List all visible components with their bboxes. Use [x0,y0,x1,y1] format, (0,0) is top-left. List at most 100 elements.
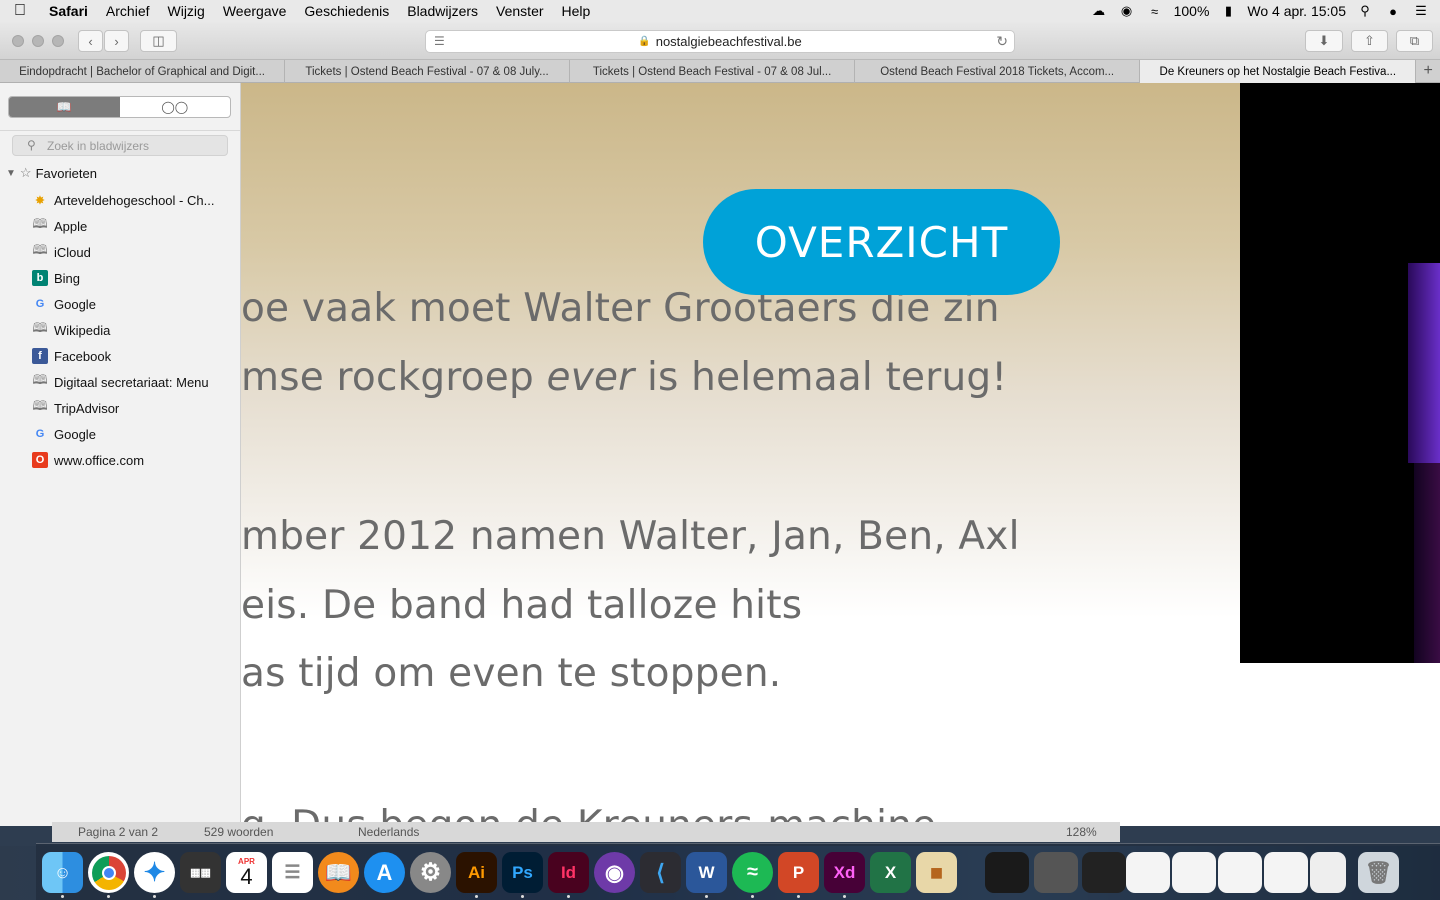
bookmarks-tab[interactable]: 📖 [9,97,120,117]
bookmark-digitaal-secretariaat[interactable]: 🕮 Digitaal secretariaat: Menu [32,369,237,395]
window-thumbnail-icon[interactable] [1082,852,1126,893]
word-status-bar: Pagina 2 van 2 529 woorden Nederlands 12… [52,822,1120,842]
bookmark-bing[interactable]: b Bing [32,265,237,291]
article-line-5: as tijd om even te stoppen. [241,651,782,696]
powerpoint-icon[interactable]: P [778,852,819,893]
forward-button[interactable]: › [104,30,129,52]
spotlight-search-icon[interactable]: ⚲ [1356,3,1374,19]
bookmark-search-input[interactable]: ⚲ Zoek in bladwijzers [12,135,228,156]
siri-icon[interactable]: ● [1384,3,1402,19]
battery-icon[interactable]: ▮ [1219,3,1237,19]
tab-ostend-tickets[interactable]: Ostend Beach Festival 2018 Tickets, Acco… [855,60,1141,83]
video-panel[interactable] [1240,83,1440,663]
bookmark-artevelde[interactable]: ✸ Arteveldehogeschool - Ch... [32,187,237,213]
back-button[interactable]: ‹ [78,30,103,52]
menu-wijzig[interactable]: Wijzig [159,3,214,19]
minimize-window-button[interactable] [32,35,44,47]
downloads-button[interactable]: ⬇ [1305,30,1343,52]
menu-weergave[interactable]: Weergave [214,3,296,19]
bookmark-icloud[interactable]: 🕮 iCloud [32,239,237,265]
system-preferences-icon[interactable]: ⚙ [410,852,451,893]
wifi-icon[interactable]: ≈ [1146,3,1164,19]
menu-help[interactable]: Help [553,3,600,19]
app-store-icon[interactable]: A [364,852,405,893]
illustrator-icon[interactable]: Ai [456,852,497,893]
favorites-list: ✸ Arteveldehogeschool - Ch... 🕮 Apple 🕮 … [32,187,237,473]
article-line-3: mber 2012 namen Walter, Jan, Ben, Axl [241,514,1020,559]
zoom-window-button[interactable] [52,35,64,47]
close-window-button[interactable] [12,35,24,47]
reading-list-tab[interactable]: ◯◯ [120,97,231,117]
ibooks-icon[interactable]: 📖 [318,852,359,893]
colorsync-icon[interactable]: ■ [916,852,957,893]
tab-tickets-1[interactable]: Tickets | Ostend Beach Festival - 07 & 0… [285,60,571,83]
word-language[interactable]: Nederlands [358,825,419,839]
bookmark-google-2[interactable]: G Google [32,421,237,447]
reminders-icon[interactable]: ☰ [272,852,313,893]
article-text: is helemaal terug! [634,355,1008,400]
share-button[interactable]: ⇧ [1351,30,1388,52]
book-icon: 🕮 [32,372,48,387]
bookmark-tripadvisor[interactable]: 🕮 TripAdvisor [32,395,237,421]
word-icon[interactable]: W [686,852,727,893]
apple-menu-icon[interactable]:  [0,2,40,20]
window-thumbnail-icon[interactable] [1126,852,1170,893]
overzicht-button[interactable]: OVERZICHT [703,189,1060,295]
bookmark-label: Bing [54,270,81,286]
tab-tickets-2[interactable]: Tickets | Ostend Beach Festival - 07 & 0… [570,60,856,83]
menu-archief[interactable]: Archief [97,3,159,19]
menu-app[interactable]: Safari [40,3,97,19]
word-word-count[interactable]: 529 woorden [204,825,273,839]
address-bar[interactable]: ☰ 🔒 nostalgiebeachfestival.be ↻ [425,30,1015,53]
menu-bladwijzers[interactable]: Bladwijzers [398,3,487,19]
tab-eindopdracht[interactable]: Eindopdracht | Bachelor of Graphical and… [0,60,286,83]
url-text: nostalgiebeachfestival.be [655,34,802,49]
battery-percentage[interactable]: 100% [1174,3,1210,19]
bookmark-apple[interactable]: 🕮 Apple [32,213,237,239]
bookmark-wikipedia[interactable]: 🕮 Wikipedia [32,317,237,343]
focus-icon[interactable]: ◉ [1118,3,1136,19]
reader-icon[interactable]: ☰ [434,34,445,48]
photo-booth-icon[interactable]: ▦▦ [180,852,221,893]
menu-venster[interactable]: Venster [487,3,552,19]
indesign-icon[interactable]: Id [548,852,589,893]
running-indicator [153,895,156,898]
bookmark-office[interactable]: O www.office.com [32,447,237,473]
bookmark-facebook[interactable]: f Facebook [32,343,237,369]
finder-icon[interactable]: ☺ [42,852,83,893]
vscode-icon[interactable]: ⟨ [640,852,681,893]
menu-geschiedenis[interactable]: Geschiedenis [295,3,398,19]
running-indicator [107,895,110,898]
window-thumbnail-icon[interactable] [1310,852,1346,893]
bookmark-search-placeholder: Zoek in bladwijzers [47,138,150,153]
safari-icon[interactable]: ✦ [134,852,175,893]
spotify-icon[interactable]: ≈ [732,852,773,893]
window-thumbnail-icon[interactable] [1034,852,1078,893]
word-page-count[interactable]: Pagina 2 van 2 [78,825,158,839]
chrome-icon[interactable] [88,852,129,893]
window-thumbnail-icon[interactable] [1264,852,1308,893]
word-zoom[interactable]: 128% [1066,825,1097,839]
favorites-header[interactable]: ▼ ☆ Favorieten [6,165,97,181]
creative-cloud-icon[interactable]: ☁ [1090,3,1108,19]
photoshop-icon[interactable]: Ps [502,852,543,893]
github-icon[interactable]: ◉ [594,852,635,893]
notification-center-icon[interactable]: ☰ [1412,3,1430,19]
trash-icon[interactable]: 🗑 [1358,852,1399,893]
tab-kreuners[interactable]: De Kreuners op het Nostalgie Beach Festi… [1140,60,1417,83]
reload-icon[interactable]: ↻ [996,33,1008,50]
bookmark-google[interactable]: G Google [32,291,237,317]
adobe-xd-icon[interactable]: Xd [824,852,865,893]
chrome-logo [91,855,126,890]
dock: ☺ ✦ ▦▦ APR 4 ☰ 📖 A ⚙ Ai Ps Id ◉ ⟨ W ≈ P … [36,843,1440,900]
disclosure-triangle-icon[interactable]: ▼ [6,168,16,179]
calendar-icon[interactable]: APR 4 [226,852,267,893]
window-thumbnail-icon[interactable] [1172,852,1216,893]
sidebar-toggle-button[interactable]: ◫ [140,30,177,52]
new-tab-plus-icon[interactable]: + [1416,60,1440,82]
excel-icon[interactable]: X [870,852,911,893]
clock[interactable]: Wo 4 apr. 15:05 [1247,3,1346,19]
tab-overview-button[interactable]: ⧉ [1396,30,1433,52]
window-thumbnail-icon[interactable] [985,852,1029,893]
window-thumbnail-icon[interactable] [1218,852,1262,893]
